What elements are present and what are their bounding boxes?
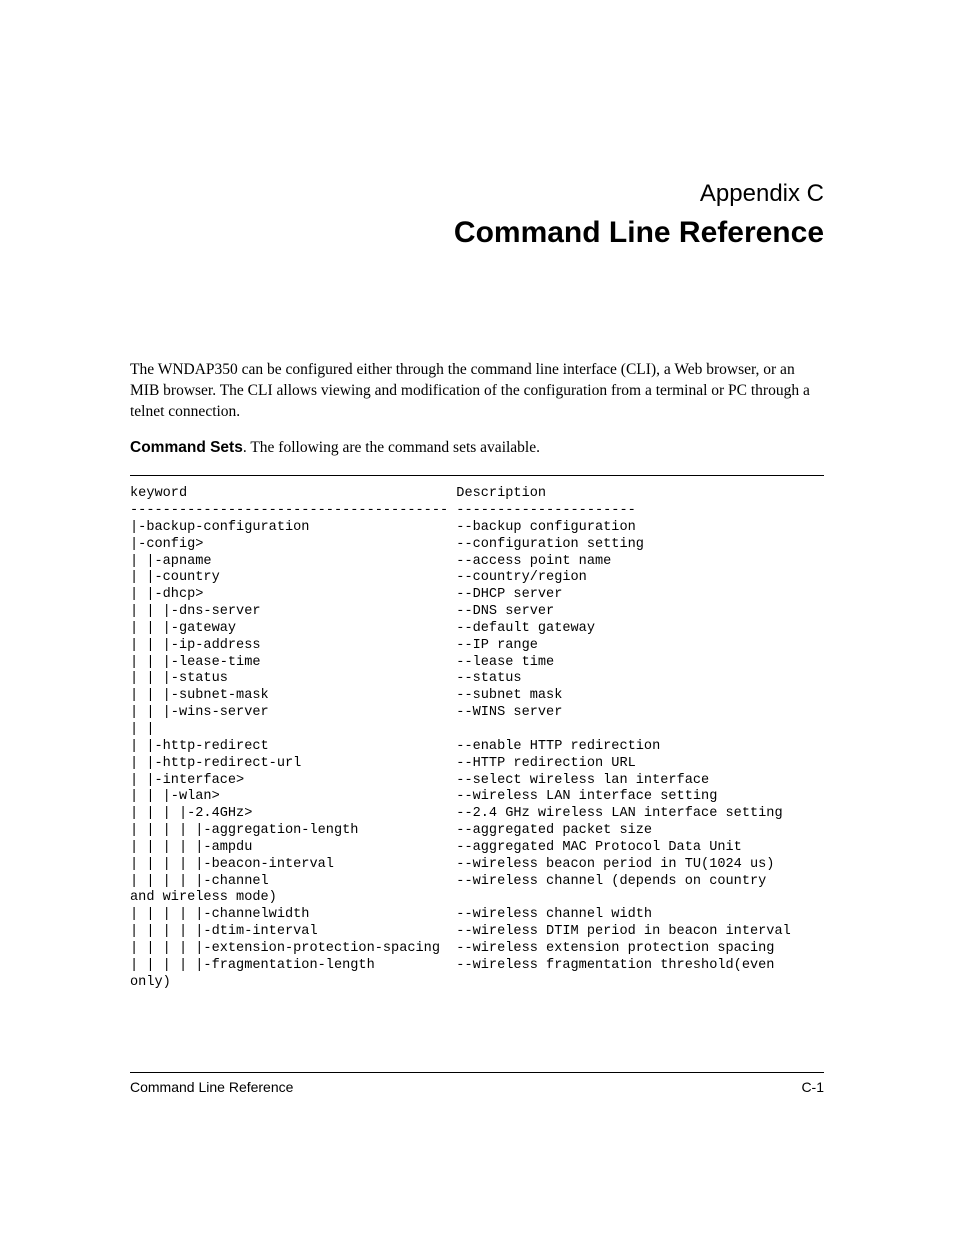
footer-row: Command Line Reference C-1 xyxy=(130,1079,824,1095)
command-listing: keyword Description --------------------… xyxy=(130,486,824,991)
command-sets-text: The following are the command sets avail… xyxy=(250,439,540,456)
page: Appendix C Command Line Reference The WN… xyxy=(0,0,954,1235)
appendix-label: Appendix C xyxy=(130,180,824,208)
intro-block: The WNDAP350 can be configured either th… xyxy=(130,360,824,459)
footer-right: C-1 xyxy=(801,1079,824,1095)
intro-paragraph-1: The WNDAP350 can be configured either th… xyxy=(130,360,824,423)
appendix-title: Command Line Reference xyxy=(130,216,824,250)
footer-left: Command Line Reference xyxy=(130,1079,293,1095)
page-footer: Command Line Reference C-1 xyxy=(130,1072,824,1095)
intro-paragraph-2: Command Sets. The following are the comm… xyxy=(130,438,824,459)
command-sets-label: Command Sets xyxy=(130,439,243,456)
footer-rule xyxy=(130,1072,824,1073)
section-divider xyxy=(130,475,824,476)
